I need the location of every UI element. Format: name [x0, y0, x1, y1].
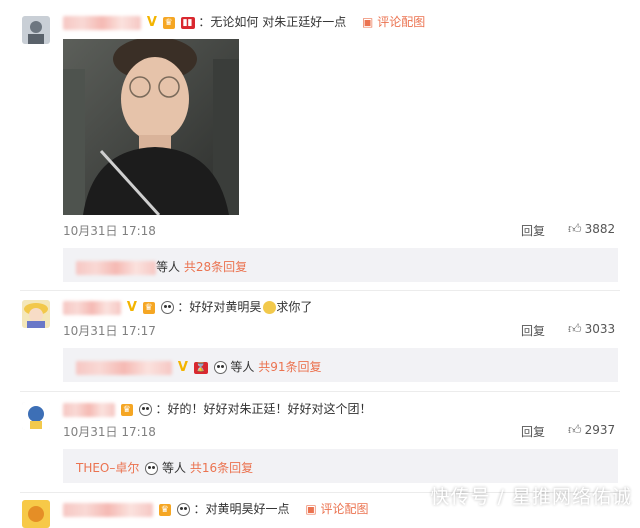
level-icon: ♛: [162, 16, 175, 29]
sub-reply-user[interactable]: THEO–卓尔: [76, 461, 139, 475]
avatar[interactable]: [22, 300, 50, 328]
comment-text-tail: 求你了: [276, 300, 313, 314]
reply-button[interactable]: 回复: [521, 423, 545, 440]
verified-icon: V: [146, 14, 157, 30]
avatar[interactable]: [22, 402, 50, 430]
reply-button[interactable]: 回复: [521, 222, 545, 239]
divider: [20, 391, 620, 392]
sub-replies-summary: THEO–卓尔 等人 共16条回复: [76, 461, 254, 475]
username[interactable]: [63, 502, 153, 517]
comment-text: ：无论如何 对朱正廷好一点: [198, 15, 347, 29]
divider: [20, 290, 620, 291]
panda-icon: [176, 503, 190, 516]
panda-icon: [145, 462, 159, 475]
sub-replies-summary: V ⌛ 等人 共91条回复: [76, 358, 322, 375]
comment-text-line: V ♛ ▮▮ ：无论如何 对朱正廷好一点 ▣ 评论配图: [63, 13, 425, 30]
thumbs-up-icon: 👍︎: [568, 322, 582, 337]
comment-text: ：好好对黄明昊: [177, 300, 262, 314]
crying-emoji-icon: [263, 301, 277, 314]
timestamp: 10月31日 17:17: [63, 324, 156, 338]
sub-replies-summary: 等人 共28条回复: [76, 258, 247, 275]
username[interactable]: [63, 15, 141, 30]
comment-image[interactable]: [63, 39, 239, 215]
sub-replies-box[interactable]: V ⌛ 等人 共91条回复: [63, 348, 618, 382]
panda-icon: [138, 403, 152, 416]
verified-icon: V: [126, 299, 137, 315]
watermark: 快传号 / 星推网络佑诚: [430, 486, 632, 508]
member-icon: ▮▮: [180, 16, 195, 29]
sub-replies-box[interactable]: THEO–卓尔 等人 共16条回复: [63, 449, 618, 483]
comment-text-line: ♛ ：好的！好好对朱正廷！好好对这个团！: [63, 400, 372, 417]
panda-icon: [160, 301, 174, 314]
verified-icon: V: [177, 359, 188, 375]
sub-reply-count[interactable]: 共16条回复: [190, 461, 253, 475]
avatar[interactable]: [22, 500, 50, 528]
timestamp: 10月31日 17:18: [63, 224, 156, 238]
thumbs-up-icon: 👍︎: [568, 423, 582, 438]
sub-reply-count[interactable]: 共28条回复: [184, 260, 247, 274]
pic-link[interactable]: ▣ 评论配图: [362, 15, 425, 29]
comment-text-line: V ♛ ：好好对黄明昊 求你了: [63, 298, 312, 315]
level-icon: ♛: [142, 301, 155, 314]
pic-link[interactable]: ▣ 评论配图: [305, 502, 368, 516]
avatar[interactable]: [22, 16, 50, 44]
reply-button[interactable]: 回复: [521, 322, 545, 339]
username[interactable]: [63, 402, 115, 417]
image-icon: ▣: [305, 502, 317, 516]
username[interactable]: [63, 300, 121, 315]
comment-text: ：好的！好好对朱正廷！好好对这个团！: [155, 402, 372, 416]
panda-icon: [213, 361, 227, 374]
image-icon: ▣: [362, 15, 374, 29]
comment-text-line: ♛ ：对黄明昊好一点 ▣ 评论配图: [63, 500, 369, 517]
level-icon: ♛: [120, 403, 133, 416]
timestamp: 10月31日 17:18: [63, 425, 156, 439]
sub-replies-box[interactable]: 等人 共28条回复: [63, 248, 618, 282]
sub-reply-count[interactable]: 共91条回复: [258, 360, 321, 374]
comment-text: ：对黄明昊好一点: [193, 502, 290, 516]
like-button[interactable]: 👍︎ 3033: [568, 322, 615, 337]
level-icon: ♛: [158, 503, 171, 516]
username[interactable]: [76, 360, 172, 375]
member-icon: ⌛: [193, 361, 208, 374]
like-button[interactable]: 👍︎ 2937: [568, 423, 615, 438]
username[interactable]: [76, 260, 156, 275]
like-button[interactable]: 👍︎ 3882: [568, 222, 615, 237]
thumbs-up-icon: 👍︎: [568, 222, 582, 237]
